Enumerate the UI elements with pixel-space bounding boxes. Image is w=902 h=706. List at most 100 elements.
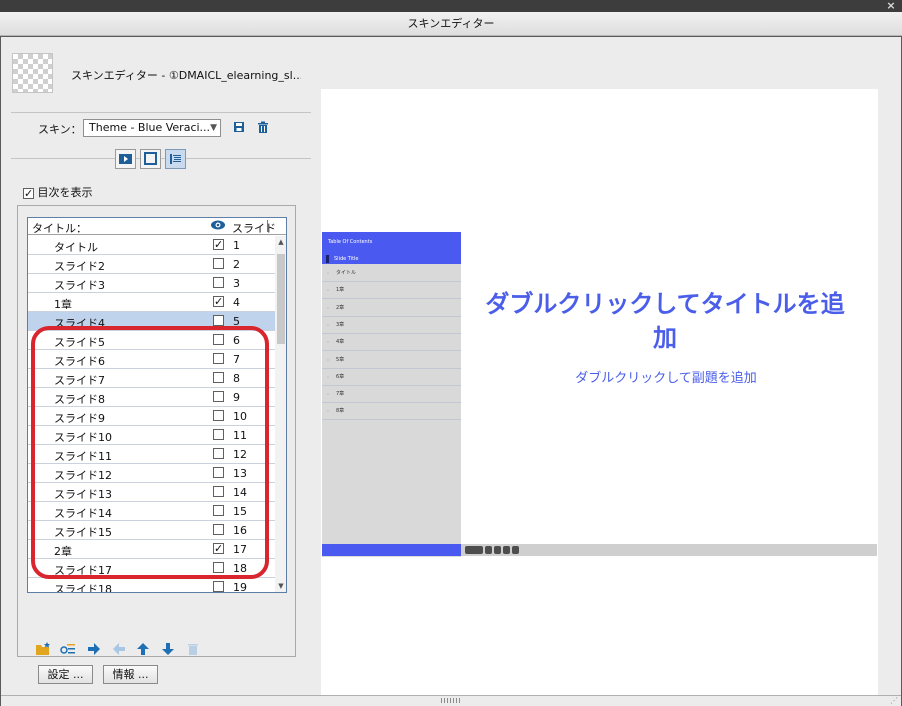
visible-checkbox[interactable] bbox=[213, 505, 224, 516]
visible-checkbox[interactable] bbox=[213, 353, 224, 364]
toc-row-title[interactable]: スライド3 bbox=[54, 277, 105, 293]
toc-row-title[interactable]: スライド9 bbox=[54, 410, 105, 426]
toc-row[interactable]: 1章 ✓ 4 bbox=[28, 293, 275, 312]
tab-divider bbox=[11, 158, 311, 159]
move-up-icon[interactable] bbox=[135, 642, 151, 658]
info-button[interactable]: 情報 ... bbox=[103, 665, 158, 684]
toc-row-slide-number: 11 bbox=[233, 429, 247, 442]
toc-row[interactable]: スライド3 3 bbox=[28, 274, 275, 293]
move-down-icon[interactable] bbox=[160, 642, 176, 658]
show-toc-checkbox[interactable]: ✓ 目次を表示 bbox=[23, 184, 93, 200]
toc-row[interactable]: スライド12 13 bbox=[28, 464, 275, 483]
toc-header-slide: スライド bbox=[232, 222, 276, 235]
toc-row-title[interactable]: スライド14 bbox=[54, 505, 112, 521]
trash-icon[interactable] bbox=[255, 121, 271, 137]
toc-row-slide-number: 1 bbox=[233, 239, 240, 252]
visible-checkbox-checked[interactable]: ✓ bbox=[213, 543, 224, 554]
visible-checkbox[interactable] bbox=[213, 467, 224, 478]
scroll-up-icon[interactable]: ▲ bbox=[275, 236, 286, 248]
toc-row-title[interactable]: スライド7 bbox=[54, 372, 105, 388]
visible-checkbox[interactable] bbox=[213, 429, 224, 440]
toc-row[interactable]: スライド17 18 bbox=[28, 559, 275, 578]
skin-preview: Table Of Contents Slide Title タイトル 1章 2章 3章… bbox=[321, 89, 878, 699]
close-icon[interactable]: × bbox=[885, 0, 897, 12]
visible-checkbox[interactable] bbox=[213, 277, 224, 288]
toc-row-slide-number: 6 bbox=[233, 334, 240, 347]
toc-row-title[interactable]: スライド8 bbox=[54, 391, 105, 407]
toc-row-slide-number: 14 bbox=[233, 486, 247, 499]
preview-toc-bullet bbox=[327, 289, 329, 292]
visible-checkbox-checked[interactable]: ✓ bbox=[213, 239, 224, 250]
toc-row-title[interactable]: スライド11 bbox=[54, 448, 112, 464]
toc-row-title[interactable]: スライド4 bbox=[54, 315, 105, 331]
toc-icon bbox=[170, 154, 181, 164]
toc-row-title[interactable]: 2章 bbox=[54, 543, 72, 559]
skin-dropdown[interactable]: Theme - Blue Veraci... ▼ bbox=[83, 119, 221, 137]
visible-checkbox[interactable] bbox=[213, 562, 224, 573]
toc-row[interactable]: スライド8 9 bbox=[28, 388, 275, 407]
tab-toc[interactable] bbox=[165, 149, 186, 169]
toc-scrollbar[interactable]: ▲ ▼ bbox=[275, 236, 286, 592]
visible-checkbox[interactable] bbox=[213, 524, 224, 535]
window-top-strip: × bbox=[0, 0, 902, 12]
toc-table[interactable]: タイトル： スライド タイトル ✓ 1 スライド2 2 スライド3 3 1章 ✓ 4 スライド4 5 ス… bbox=[27, 217, 287, 593]
toc-row-title[interactable]: スライド10 bbox=[54, 429, 112, 445]
visible-checkbox[interactable] bbox=[213, 315, 224, 326]
toc-row[interactable]: スライド11 12 bbox=[28, 445, 275, 464]
visible-checkbox[interactable] bbox=[213, 334, 224, 345]
toc-row-title[interactable]: 1章 bbox=[54, 296, 72, 312]
visible-checkbox[interactable] bbox=[213, 410, 224, 421]
visible-checkbox[interactable] bbox=[213, 258, 224, 269]
reset-toc-icon[interactable] bbox=[60, 642, 76, 658]
toc-row-title[interactable]: タイトル bbox=[54, 239, 98, 255]
indent-right-icon[interactable] bbox=[86, 642, 102, 658]
toc-row[interactable]: スライド18 19 bbox=[28, 578, 275, 593]
scroll-down-icon[interactable]: ▼ bbox=[275, 580, 286, 592]
preview-toc-item-label: 2章 bbox=[336, 304, 345, 311]
toc-row-title[interactable]: スライド18 bbox=[54, 581, 112, 592]
preview-slide-title: ダブルクリックしてタイトルを追加 bbox=[485, 290, 845, 352]
toc-row-title[interactable]: スライド13 bbox=[54, 486, 112, 502]
toc-row[interactable]: スライド7 8 bbox=[28, 369, 275, 388]
toc-row[interactable]: スライド13 14 bbox=[28, 483, 275, 502]
toc-row[interactable]: スライド2 2 bbox=[28, 255, 275, 274]
toc-row-title[interactable]: スライド17 bbox=[54, 562, 112, 578]
grip-handle[interactable] bbox=[441, 698, 461, 703]
toc-row-title[interactable]: スライド12 bbox=[54, 467, 112, 483]
playbar-icon bbox=[119, 154, 132, 164]
visible-checkbox[interactable] bbox=[213, 372, 224, 383]
preview-toc-panel: Table Of Contents Slide Title タイトル 1章 2章 3章… bbox=[322, 232, 461, 557]
scroll-thumb[interactable] bbox=[277, 254, 285, 344]
visible-checkbox[interactable] bbox=[213, 448, 224, 459]
toc-row[interactable]: スライド10 11 bbox=[28, 426, 275, 445]
tab-playbar[interactable] bbox=[115, 149, 136, 169]
toc-row[interactable]: 2章 ✓ 17 bbox=[28, 540, 275, 559]
visible-checkbox[interactable] bbox=[213, 486, 224, 497]
settings-button[interactable]: 設定 ... bbox=[38, 665, 93, 684]
visible-checkbox-checked[interactable]: ✓ bbox=[213, 296, 224, 307]
toc-row[interactable]: スライド15 16 bbox=[28, 521, 275, 540]
visible-checkbox[interactable] bbox=[213, 391, 224, 402]
resize-grip-icon[interactable]: ⋰ bbox=[890, 696, 899, 705]
preview-toc-item-label: 7章 bbox=[336, 391, 345, 398]
preview-toc-item: 2章 bbox=[322, 300, 461, 317]
toc-row-title[interactable]: スライド15 bbox=[54, 524, 112, 540]
tab-borders[interactable] bbox=[140, 149, 161, 169]
toc-row-slide-number: 19 bbox=[233, 581, 247, 593]
eye-icon[interactable] bbox=[210, 218, 226, 236]
toc-row[interactable]: スライド4 5 bbox=[28, 312, 275, 331]
toc-row-title[interactable]: スライド5 bbox=[54, 334, 105, 350]
toc-row[interactable]: スライド14 15 bbox=[28, 502, 275, 521]
forward-icon bbox=[503, 546, 510, 554]
toc-row[interactable]: スライド5 6 bbox=[28, 331, 275, 350]
toc-row[interactable]: スライド6 7 bbox=[28, 350, 275, 369]
column-separator[interactable] bbox=[267, 220, 268, 232]
preview-toc-item-label: タイトル bbox=[336, 270, 357, 276]
toc-row[interactable]: スライド9 10 bbox=[28, 407, 275, 426]
new-folder-icon[interactable] bbox=[35, 642, 51, 658]
save-icon[interactable] bbox=[231, 121, 247, 137]
toc-row-title[interactable]: スライド6 bbox=[54, 353, 105, 369]
toc-row-title[interactable]: スライド2 bbox=[54, 258, 105, 274]
toc-row[interactable]: タイトル ✓ 1 bbox=[28, 236, 275, 255]
visible-checkbox[interactable] bbox=[213, 581, 224, 592]
